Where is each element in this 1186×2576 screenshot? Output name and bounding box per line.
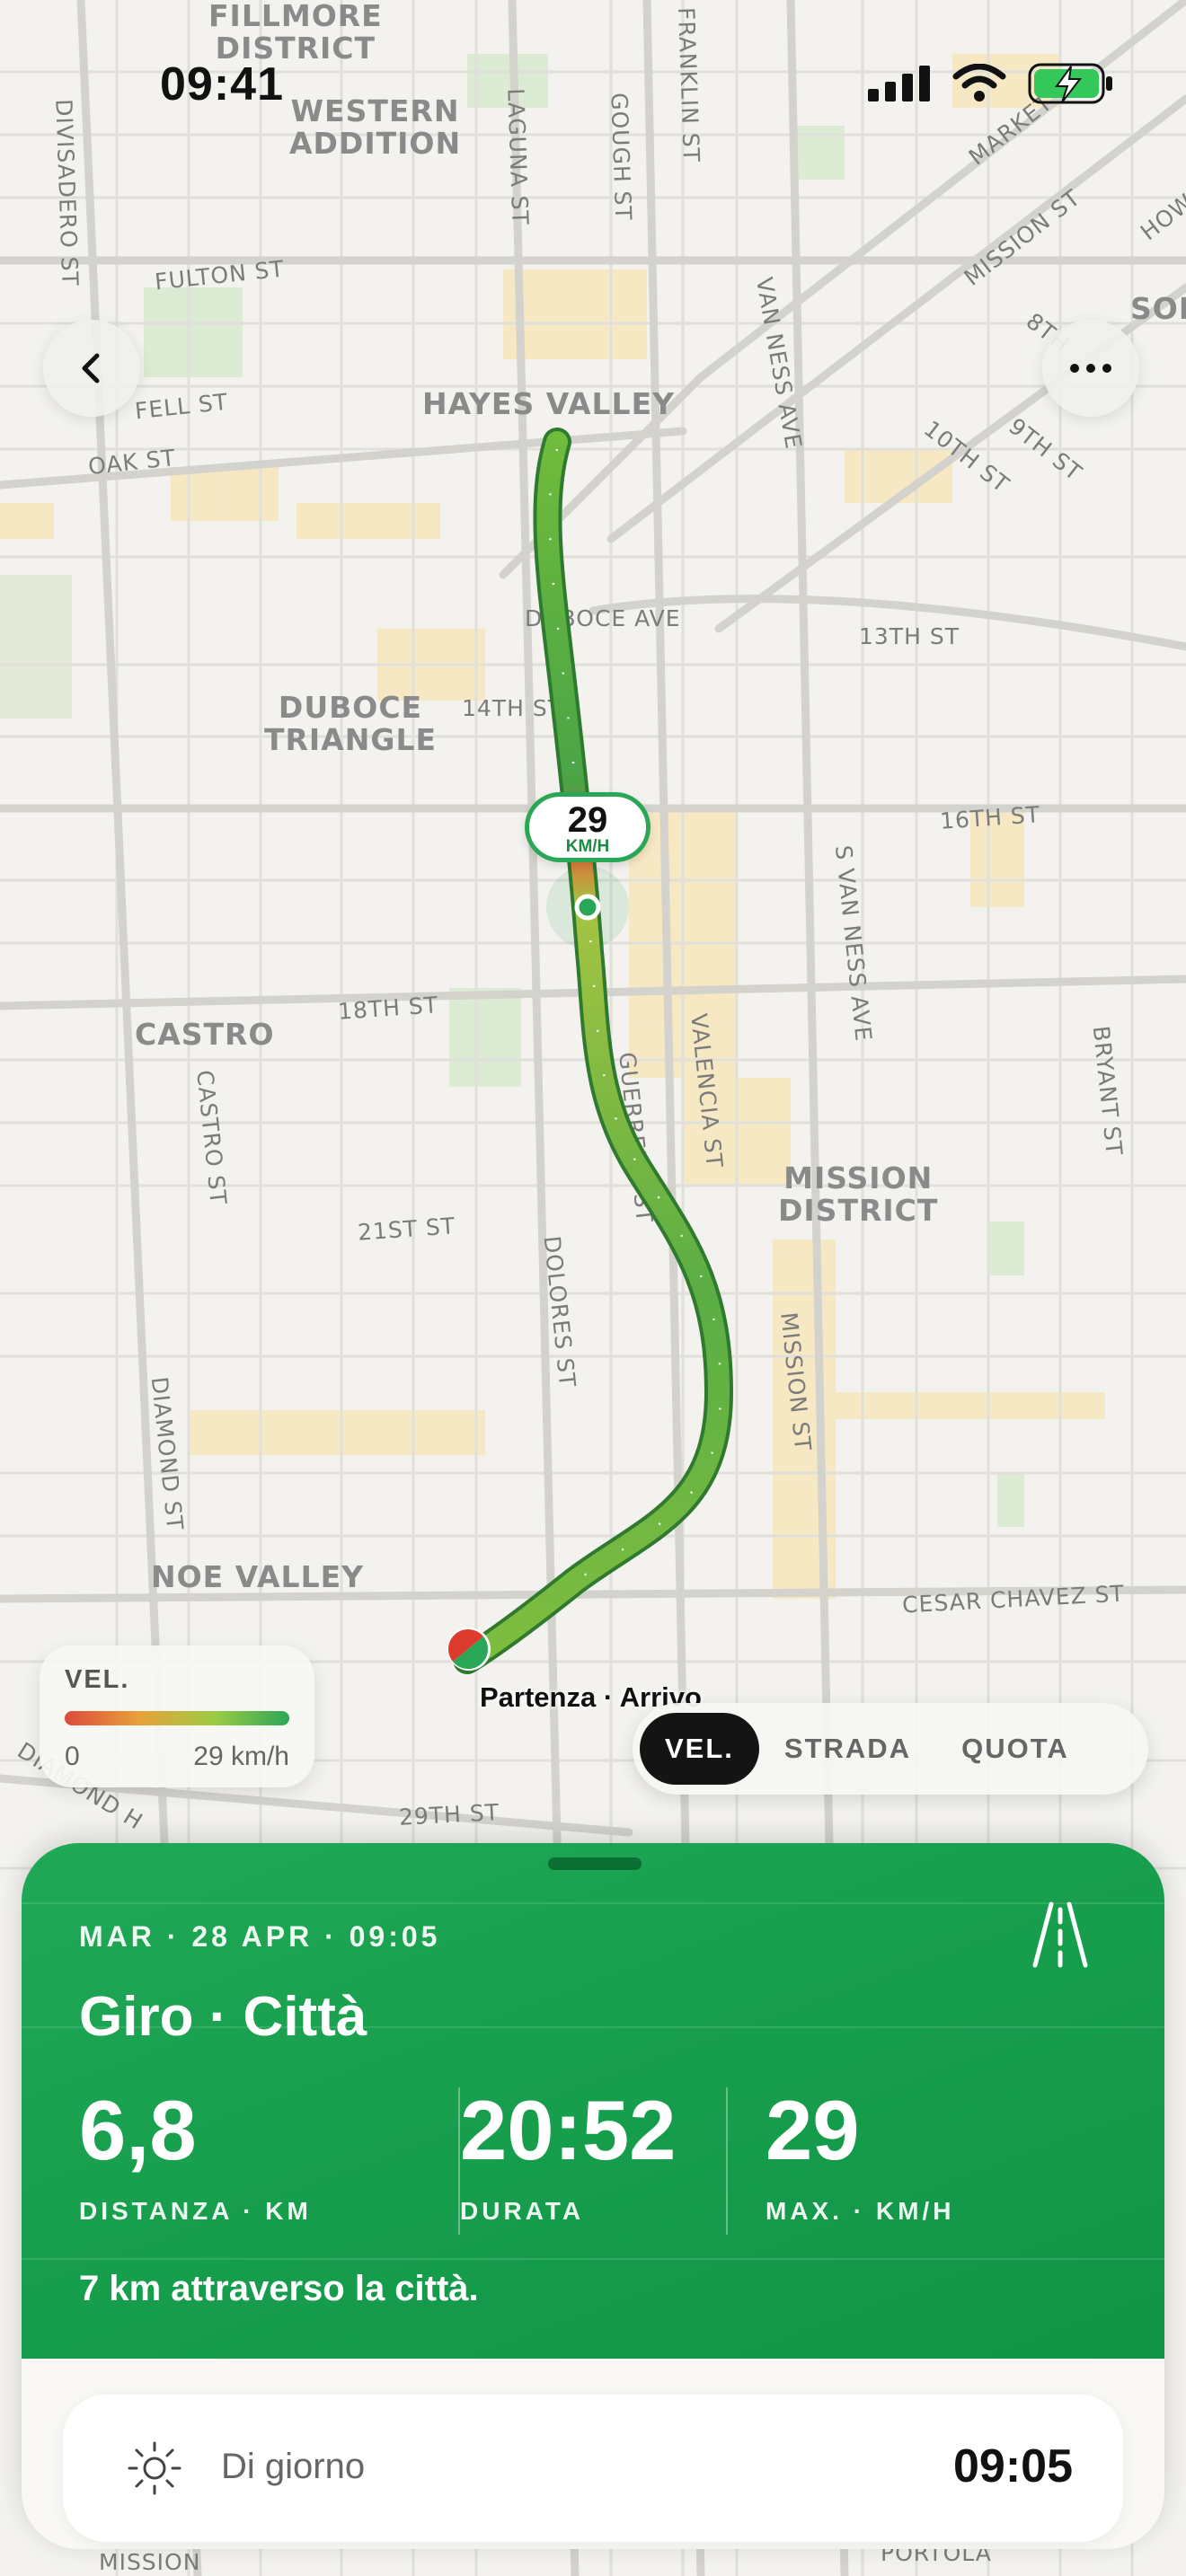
- start-end-marker: [447, 1628, 491, 1671]
- legend-min: 0: [65, 1742, 80, 1771]
- stat-distance-value: 6,8: [79, 2083, 197, 2177]
- map-mode-segmented-control[interactable]: VEL. STRADA QUOTA: [633, 1703, 1148, 1795]
- back-button[interactable]: [43, 320, 140, 417]
- trip-date: MAR · 28 APR · 09:05: [79, 1920, 441, 1953]
- speed-bubble: 29 KM/H: [525, 792, 651, 862]
- route-direction-line: [548, 448, 722, 1583]
- more-icon: [1070, 364, 1111, 373]
- segment-speed[interactable]: VEL.: [640, 1713, 759, 1785]
- sun-icon: [128, 2441, 181, 2495]
- status-time: 09:41: [160, 58, 284, 110]
- stat-distance: 6,8 DISTANZA · KM: [79, 2086, 312, 2226]
- stat-max-speed-label: MAX. · KM/H: [766, 2197, 955, 2225]
- route-line-fill: [456, 431, 730, 1671]
- signal-icon: [868, 66, 930, 101]
- wifi-icon: [952, 64, 1006, 101]
- speed-legend: VEL. 0 29 km/h: [40, 1645, 314, 1787]
- road-icon: [1032, 1901, 1088, 1968]
- daylight-label: Di giorno: [221, 2447, 366, 2486]
- segment-elevation[interactable]: QUOTA: [936, 1713, 1094, 1785]
- speed-value: 29: [567, 800, 608, 840]
- stat-distance-label: DISTANZA · KM: [79, 2197, 312, 2225]
- trip-title: Giro · Città: [79, 1986, 367, 2048]
- daylight-time: 09:05: [953, 2440, 1073, 2492]
- sheet-handle[interactable]: [548, 1857, 642, 1870]
- trip-details-sheet[interactable]: MAR · 28 APR · 09:05 Giro · Città 6,8 DI…: [22, 1843, 1164, 2549]
- more-options-button[interactable]: [1042, 320, 1139, 417]
- current-position-dot: [574, 894, 601, 921]
- stat-duration: 20:52 DURATA: [460, 2086, 676, 2226]
- trip-summary-text: 7 km attraverso la città.: [79, 2269, 479, 2308]
- back-chevron-icon: [82, 353, 100, 384]
- daylight-row[interactable]: Di giorno 09:05: [63, 2395, 1123, 2542]
- stat-duration-label: DURATA: [460, 2197, 585, 2225]
- status-icons: [868, 63, 1114, 104]
- trip-summary-card: MAR · 28 APR · 09:05 Giro · Città 6,8 DI…: [22, 1843, 1164, 2359]
- legend-max: 29 km/h: [193, 1742, 289, 1771]
- stat-duration-value: 20:52: [460, 2083, 677, 2177]
- legend-gradient-bar: [65, 1711, 289, 1725]
- legend-title: VEL.: [65, 1665, 130, 1694]
- segment-road[interactable]: STRADA: [759, 1713, 936, 1785]
- speed-unit: KM/H: [565, 837, 610, 856]
- stat-max-speed-value: 29: [766, 2083, 860, 2177]
- battery-icon: [1028, 63, 1112, 104]
- stat-max-speed: 29 MAX. · KM/H: [766, 2086, 954, 2226]
